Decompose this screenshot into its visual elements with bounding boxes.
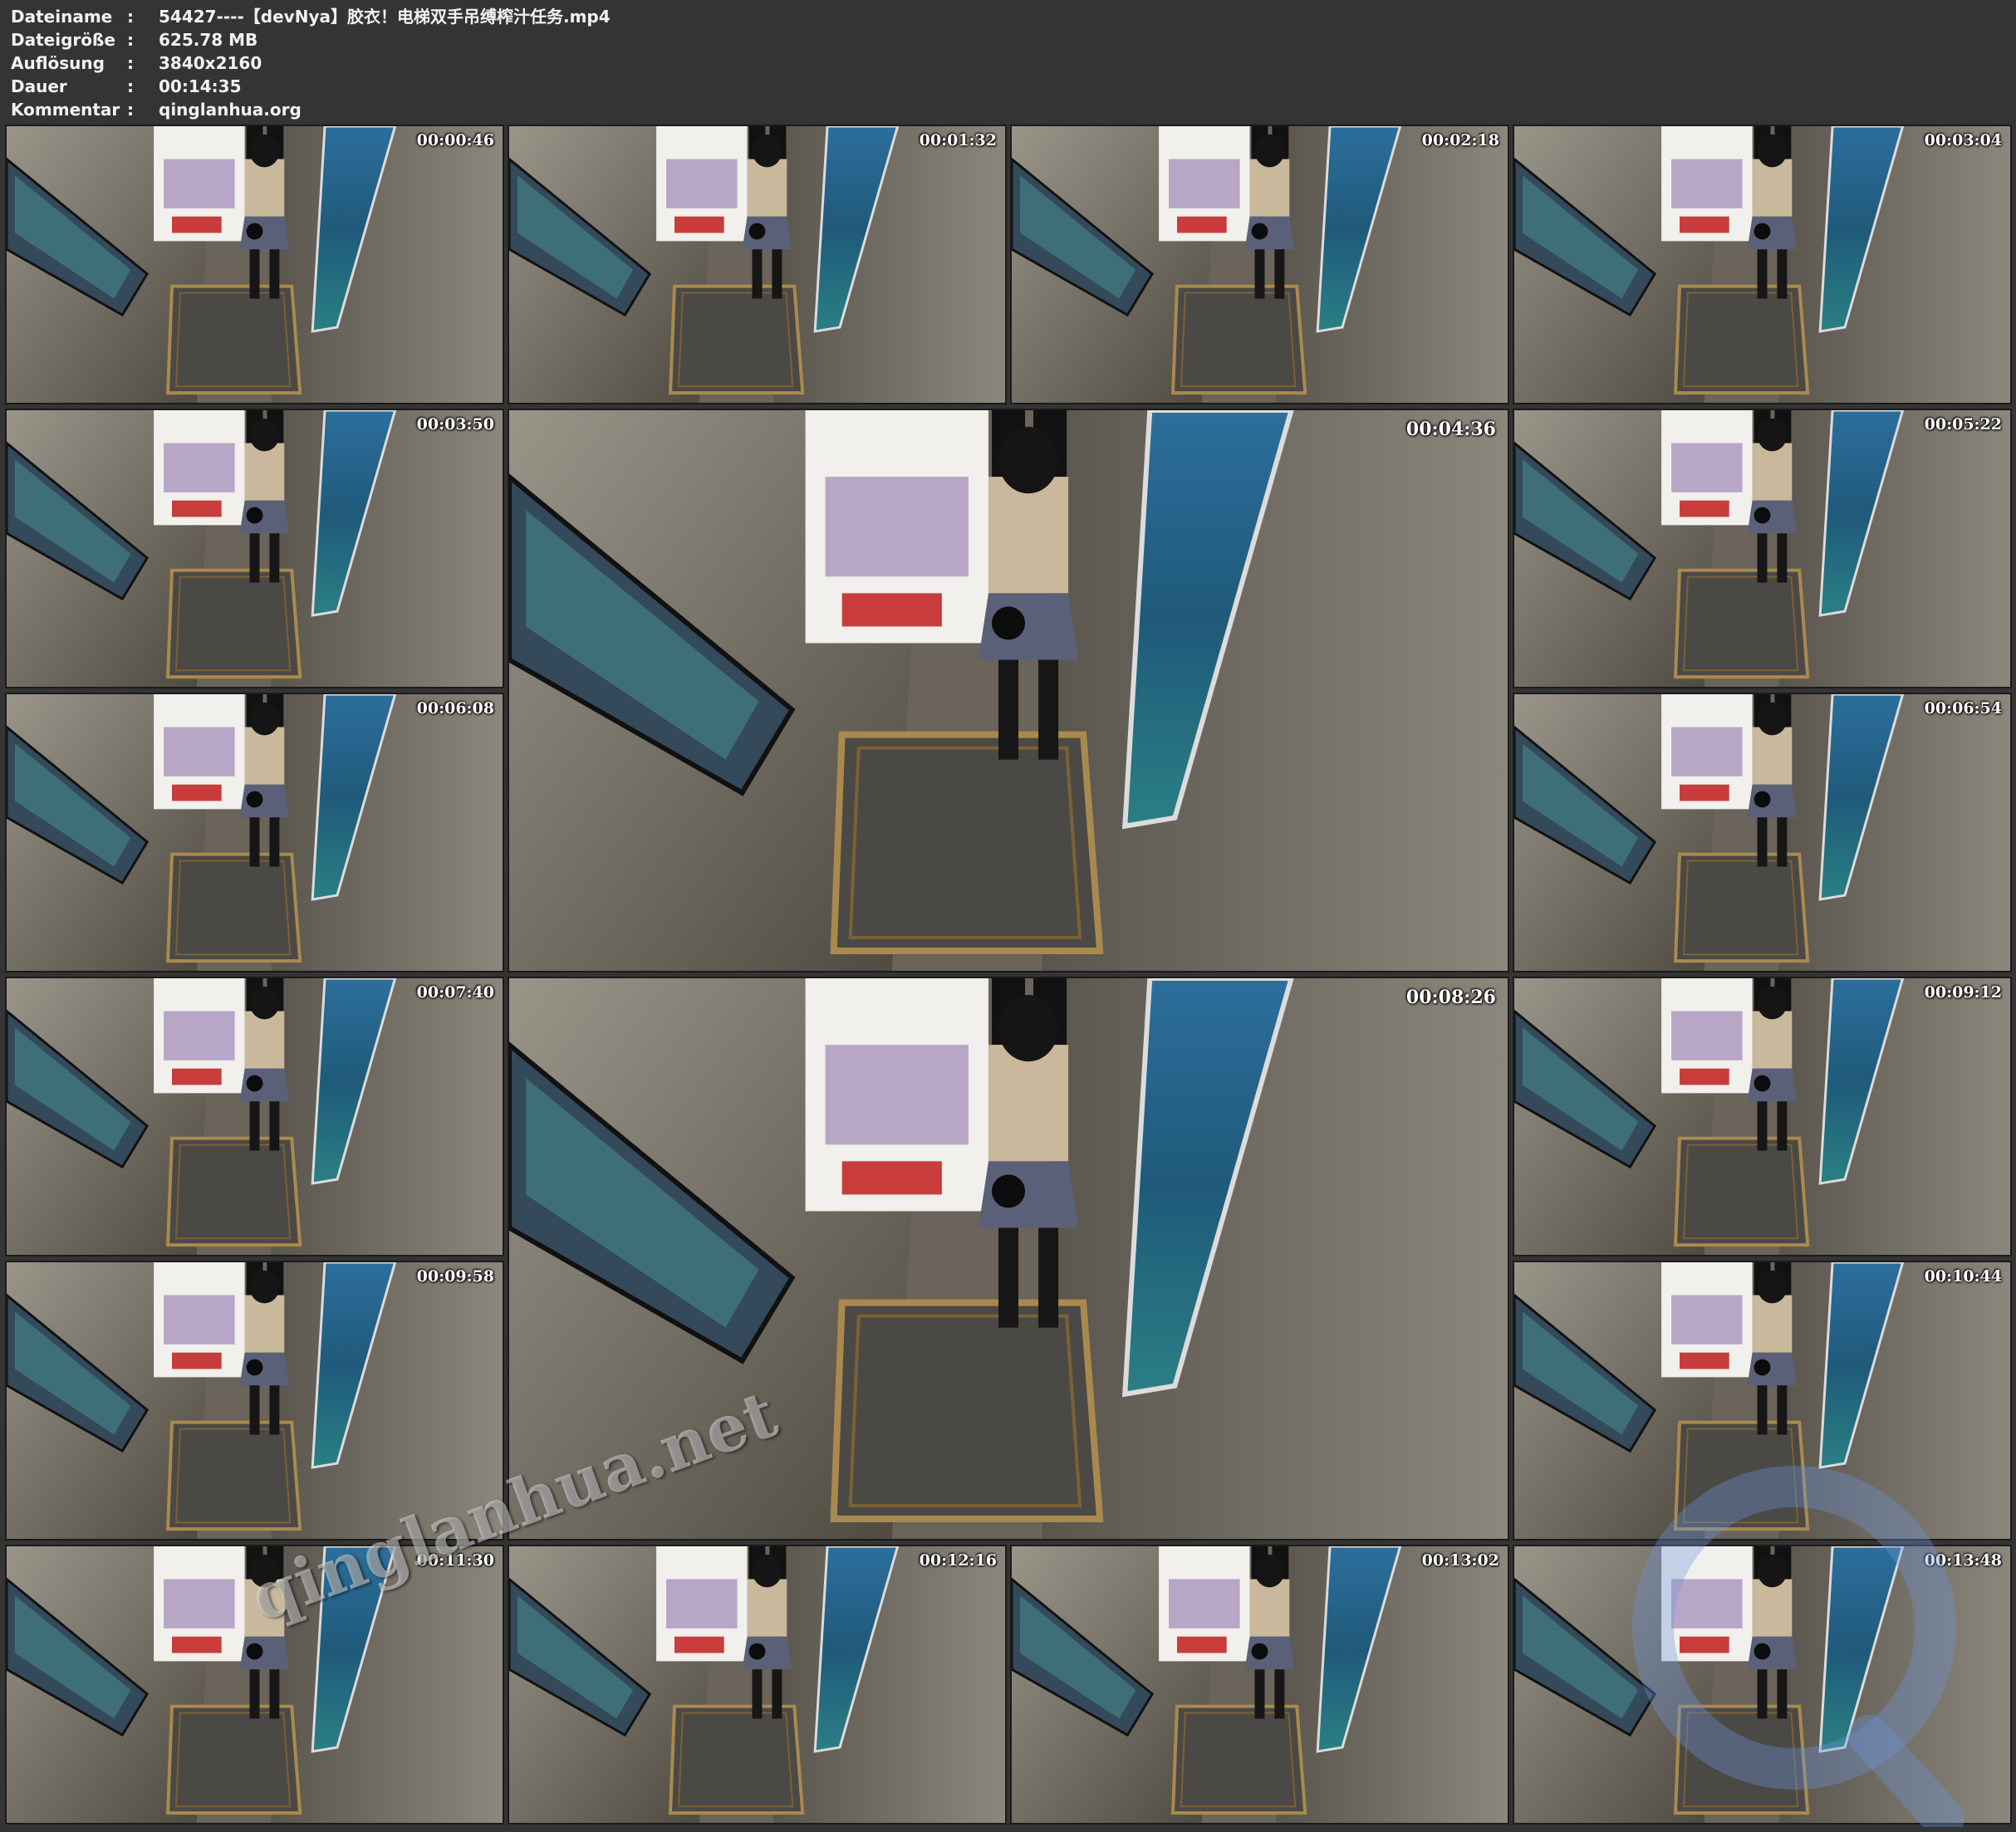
- metadata-key: Dateiname: [11, 7, 113, 27]
- elevator-scene-image: [1514, 126, 2010, 403]
- elevator-scene-image: [509, 126, 1005, 403]
- metadata-value: qinglanhua.org: [159, 100, 302, 120]
- metadata-separator: :: [127, 30, 134, 50]
- video-thumbnail[interactable]: 00:02:18: [1010, 125, 1509, 404]
- elevator-scene-image: [1514, 694, 2010, 971]
- metadata-row: Dateiname: 54427----【devNya】胶衣！电梯双手吊缚榨汁任务…: [11, 5, 611, 28]
- thumbnail-timestamp: 00:06:54: [1924, 699, 2002, 718]
- video-thumbnail[interactable]: 00:10:44: [1513, 1261, 2012, 1541]
- metadata-row: Dateigröße: 625.78 MB: [11, 28, 611, 51]
- thumbnail-timestamp: 00:00:46: [416, 131, 494, 149]
- metadata-separator: :: [127, 100, 134, 120]
- elevator-scene-image: [7, 410, 503, 687]
- thumbnail-timestamp: 00:10:44: [1924, 1267, 2002, 1286]
- video-thumbnail[interactable]: 00:04:36: [508, 409, 1509, 972]
- thumbnail-timestamp: 00:09:58: [416, 1267, 494, 1286]
- elevator-scene-image: [1514, 1546, 2010, 1823]
- thumbnail-timestamp: 00:03:50: [416, 415, 494, 434]
- video-thumbnail[interactable]: 00:09:58: [5, 1261, 504, 1541]
- elevator-scene-image: [1514, 1262, 2010, 1539]
- metadata-value: 54427----【devNya】胶衣！电梯双手吊缚榨汁任务.mp4: [159, 7, 611, 27]
- metadata-key: Dateigröße: [11, 30, 115, 50]
- thumbnail-timestamp: 00:03:04: [1924, 131, 2002, 149]
- video-thumbnail[interactable]: 00:01:32: [508, 125, 1007, 404]
- metadata-value: 00:14:35: [159, 76, 242, 96]
- elevator-scene-image: [509, 410, 1508, 971]
- metadata-key: Kommentar: [11, 100, 120, 120]
- thumbnail-timestamp: 00:06:08: [416, 699, 494, 718]
- elevator-scene-image: [7, 978, 503, 1255]
- thumbnail-timestamp: 00:07:40: [416, 983, 494, 1002]
- video-thumbnail[interactable]: 00:03:50: [5, 409, 504, 688]
- metadata-row: Auflösung: 3840x2160: [11, 51, 611, 75]
- metadata-value: 625.78 MB: [159, 30, 258, 50]
- metadata-row: Kommentar: qinglanhua.org: [11, 98, 611, 121]
- metadata-key: Auflösung: [11, 53, 105, 73]
- thumbnail-grid: 00:00:46 00:01:32 00:02:18 00:03:04 00:0…: [0, 125, 2016, 1832]
- video-thumbnail[interactable]: 00:03:04: [1513, 125, 2012, 404]
- thumbnail-timestamp: 00:01:32: [919, 131, 997, 149]
- elevator-scene-image: [509, 1546, 1005, 1823]
- thumbnail-timestamp: 00:05:22: [1924, 415, 2002, 434]
- thumbnail-timestamp: 00:04:36: [1405, 419, 1496, 440]
- video-thumbnail[interactable]: 00:06:54: [1513, 693, 2012, 972]
- thumbnail-timestamp: 00:12:16: [919, 1551, 997, 1570]
- video-thumbnail[interactable]: 00:05:22: [1513, 409, 2012, 688]
- elevator-scene-image: [1514, 410, 2010, 687]
- elevator-scene-image: [7, 1262, 503, 1539]
- elevator-scene-image: [7, 694, 503, 971]
- metadata-separator: :: [127, 53, 134, 73]
- video-thumbnail[interactable]: 00:11:30: [5, 1545, 504, 1825]
- video-thumbnail[interactable]: 00:00:46: [5, 125, 504, 404]
- elevator-scene-image: [1012, 126, 1508, 403]
- video-thumbnail[interactable]: 00:12:16: [508, 1545, 1007, 1825]
- metadata-value: 3840x2160: [159, 53, 262, 73]
- metadata-row: Dauer: 00:14:35: [11, 75, 611, 98]
- thumbnail-timestamp: 00:08:26: [1405, 987, 1496, 1008]
- video-thumbnail[interactable]: 00:09:12: [1513, 977, 2012, 1256]
- metadata-panel: Dateiname: 54427----【devNya】胶衣！电梯双手吊缚榨汁任务…: [11, 5, 611, 121]
- metadata-separator: :: [127, 7, 134, 27]
- video-thumbnail[interactable]: 00:13:48: [1513, 1545, 2012, 1825]
- video-thumbnail[interactable]: 00:08:26: [508, 977, 1509, 1541]
- thumbnail-timestamp: 00:11:30: [416, 1551, 494, 1570]
- thumbnail-timestamp: 00:02:18: [1421, 131, 1499, 149]
- video-thumbnail[interactable]: 00:13:02: [1010, 1545, 1509, 1825]
- thumbnail-timestamp: 00:09:12: [1924, 983, 2002, 1002]
- metadata-separator: :: [127, 76, 134, 96]
- elevator-scene-image: [1012, 1546, 1508, 1823]
- elevator-scene-image: [509, 978, 1508, 1539]
- video-thumbnail[interactable]: 00:07:40: [5, 977, 504, 1256]
- video-thumbnail[interactable]: 00:06:08: [5, 693, 504, 972]
- thumbnail-timestamp: 00:13:48: [1924, 1551, 2002, 1570]
- elevator-scene-image: [1514, 978, 2010, 1255]
- thumbnail-timestamp: 00:13:02: [1421, 1551, 1499, 1570]
- metadata-key: Dauer: [11, 76, 67, 96]
- elevator-scene-image: [7, 126, 503, 403]
- elevator-scene-image: [7, 1546, 503, 1823]
